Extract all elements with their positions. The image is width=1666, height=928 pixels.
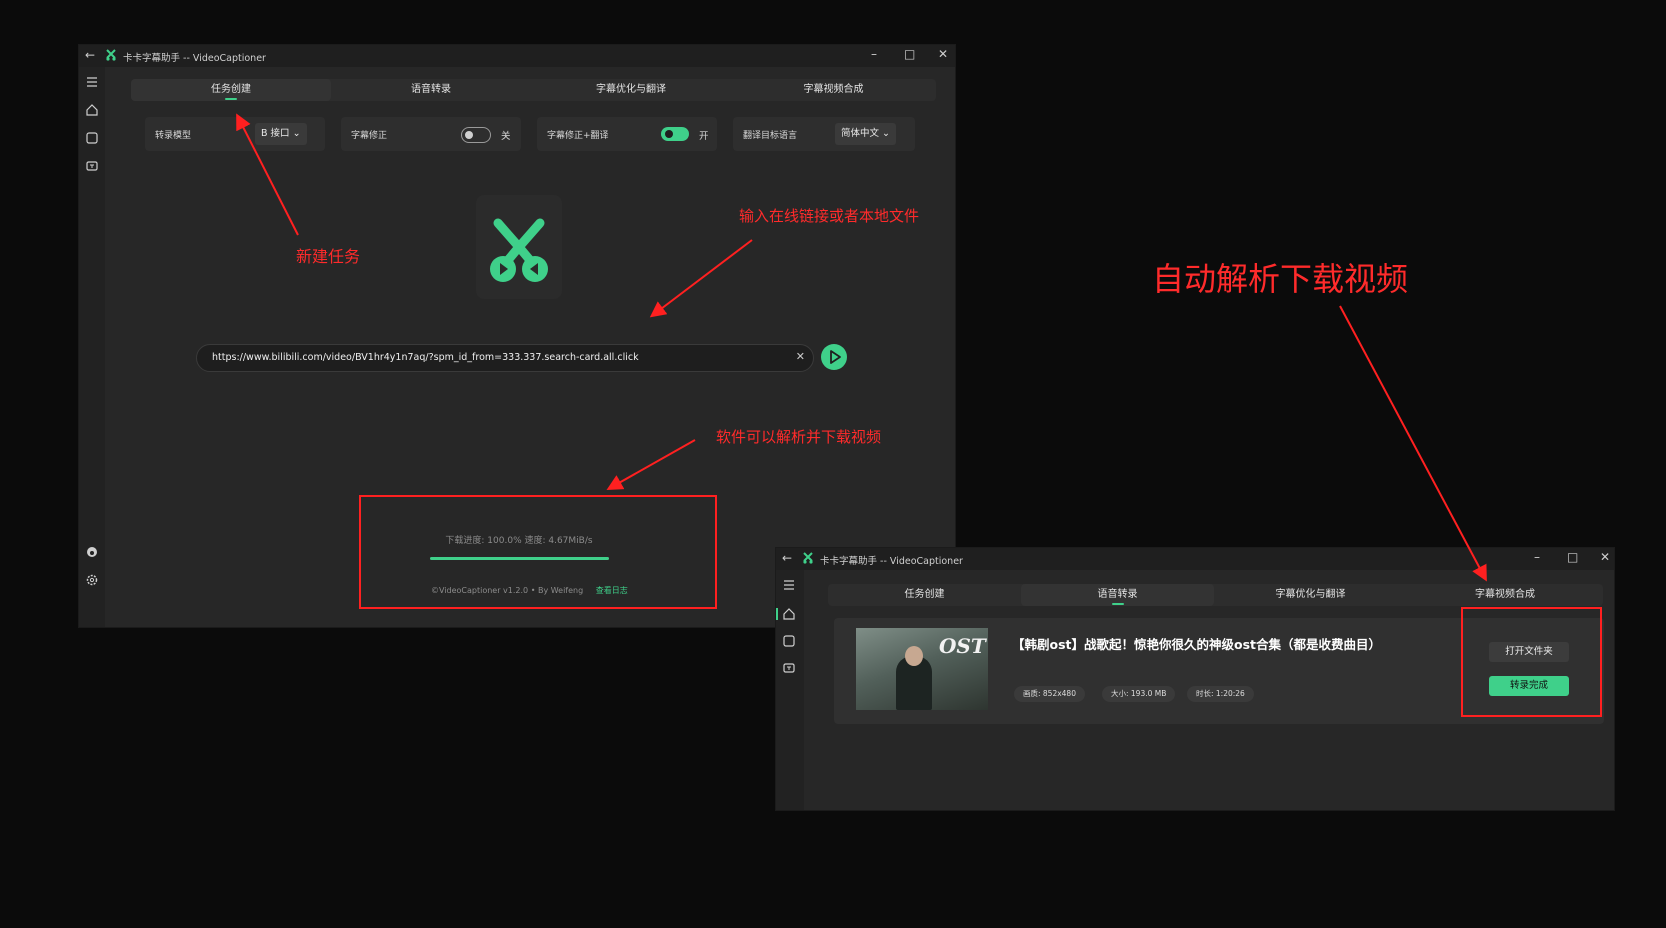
tab-optimize-translate[interactable]: 字幕优化与翻译 (531, 79, 731, 101)
fix-translate-state: 开 (699, 131, 709, 142)
thumbnail-figure-head (905, 646, 923, 666)
arrow-to-buttons (1339, 305, 1487, 582)
tab-label: 语音转录 (1097, 589, 1138, 600)
annotation-auto-parse: 自动解析下载视频 (1152, 260, 1409, 298)
window-title: 卡卡字幕助手 -- VideoCaptioner (820, 556, 963, 567)
maximize-icon[interactable]: □ (1567, 550, 1578, 564)
back-icon[interactable]: ← (782, 551, 792, 565)
tab-label: 字幕视频合成 (1475, 589, 1535, 600)
tab-label: 语音转录 (411, 84, 451, 95)
tab-label: 字幕优化与翻译 (596, 84, 666, 95)
nav-active-indicator (776, 608, 778, 620)
tab-task-create[interactable]: 任务创建 (131, 79, 331, 101)
play-icon (830, 350, 841, 364)
clear-icon[interactable]: ✕ (796, 350, 805, 363)
size-tag: 大小: 193.0 MB (1102, 686, 1176, 702)
chevron-down-icon: ⌄ (882, 128, 891, 139)
task-icon[interactable] (85, 131, 99, 145)
annotation-input-hint: 输入在线链接或者本地文件 (739, 207, 920, 225)
tab-video-synthesis[interactable]: 字幕视频合成 (1407, 584, 1603, 606)
side-nav (776, 570, 804, 810)
fix-translate-card: 字幕修正+翻译 开 (537, 117, 717, 151)
window-title: 卡卡字幕助手 -- VideoCaptioner (123, 53, 266, 64)
subtitle-icon[interactable] (85, 159, 99, 173)
buttons-highlight-box (1461, 607, 1602, 717)
fix-toggle[interactable] (461, 127, 491, 143)
github-icon[interactable] (85, 545, 99, 559)
target-lang-card: 翻译目标语言 简体中文 ⌄ (733, 117, 915, 151)
fix-label: 字幕修正 (351, 131, 388, 141)
tab-label: 任务创建 (211, 84, 251, 95)
side-nav (79, 67, 105, 627)
close-icon[interactable]: ✕ (1600, 550, 1610, 564)
target-lang-value: 简体中文 (841, 128, 880, 139)
fix-translate-toggle[interactable] (661, 127, 689, 141)
home-icon[interactable] (782, 607, 796, 621)
model-label: 转录模型 (155, 131, 192, 141)
tab-label: 字幕视频合成 (803, 84, 864, 95)
menu-icon[interactable] (782, 578, 796, 592)
video-thumbnail: OST (856, 628, 988, 710)
fix-state: 关 (501, 131, 511, 142)
annotation-parse-hint: 软件可以解析并下载视频 (716, 428, 882, 446)
url-input-value: https://www.bilibili.com/video/BV1hr4y1n… (212, 352, 639, 363)
target-lang-select[interactable]: 简体中文 ⌄ (835, 123, 897, 145)
fix-translate-label: 字幕修正+翻译 (547, 131, 609, 141)
model-card: 转录模型 B 接口 ⌄ (145, 117, 325, 151)
maximize-icon[interactable]: □ (904, 47, 915, 61)
tab-optimize-translate[interactable]: 字幕优化与翻译 (1214, 584, 1407, 606)
subtitle-icon[interactable] (782, 661, 796, 675)
home-icon[interactable] (85, 103, 99, 117)
tab-label: 任务创建 (904, 589, 945, 600)
model-value: B 接口 (261, 128, 290, 139)
close-icon[interactable]: ✕ (938, 47, 948, 61)
tab-indicator (225, 98, 237, 100)
tab-transcribe[interactable]: 语音转录 (1021, 584, 1214, 606)
app-logo-icon (106, 49, 116, 61)
duration-tag: 时长: 1:20:26 (1187, 686, 1254, 702)
chevron-down-icon: ⌄ (292, 128, 301, 139)
tab-bar: 任务创建 语音转录 字幕优化与翻译 字幕视频合成 (131, 79, 936, 101)
tab-transcribe[interactable]: 语音转录 (331, 79, 531, 101)
tab-indicator (1111, 603, 1124, 605)
progress-highlight-box (359, 495, 717, 609)
minimize-icon[interactable]: – (1534, 550, 1540, 564)
menu-icon[interactable] (85, 75, 99, 89)
model-select[interactable]: B 接口 ⌄ (255, 123, 307, 145)
task-icon[interactable] (782, 634, 796, 648)
settings-gear-icon[interactable] (85, 573, 99, 587)
app-logo-large (476, 195, 562, 299)
title-bar: ← 卡卡字幕助手 -- VideoCaptioner – □ ✕ (79, 45, 955, 67)
scissors-icon (490, 218, 548, 282)
start-button[interactable] (821, 344, 847, 370)
target-lang-label: 翻译目标语言 (743, 131, 798, 141)
fix-card: 字幕修正 关 (341, 117, 521, 151)
url-input[interactable]: https://www.bilibili.com/video/BV1hr4y1n… (196, 344, 814, 372)
video-title: 【韩剧ost】战歌起！惊艳你很久的神级ost合集（都是收费曲目） (1012, 637, 1382, 652)
tab-video-synthesis[interactable]: 字幕视频合成 (731, 79, 936, 101)
back-icon[interactable]: ← (85, 48, 95, 62)
tab-label: 字幕优化与翻译 (1275, 589, 1346, 600)
title-bar: ← 卡卡字幕助手 -- VideoCaptioner – □ ✕ (776, 548, 1614, 570)
tab-task-create[interactable]: 任务创建 (828, 584, 1021, 606)
thumbnail-ost-text: OST (939, 634, 986, 658)
tab-bar: 任务创建 语音转录 字幕优化与翻译 字幕视频合成 (828, 584, 1603, 606)
resolution-tag: 画质: 852x480 (1014, 686, 1085, 702)
app-logo-icon (803, 552, 813, 564)
minimize-icon[interactable]: – (871, 47, 877, 61)
annotation-new-task: 新建任务 (296, 247, 361, 266)
